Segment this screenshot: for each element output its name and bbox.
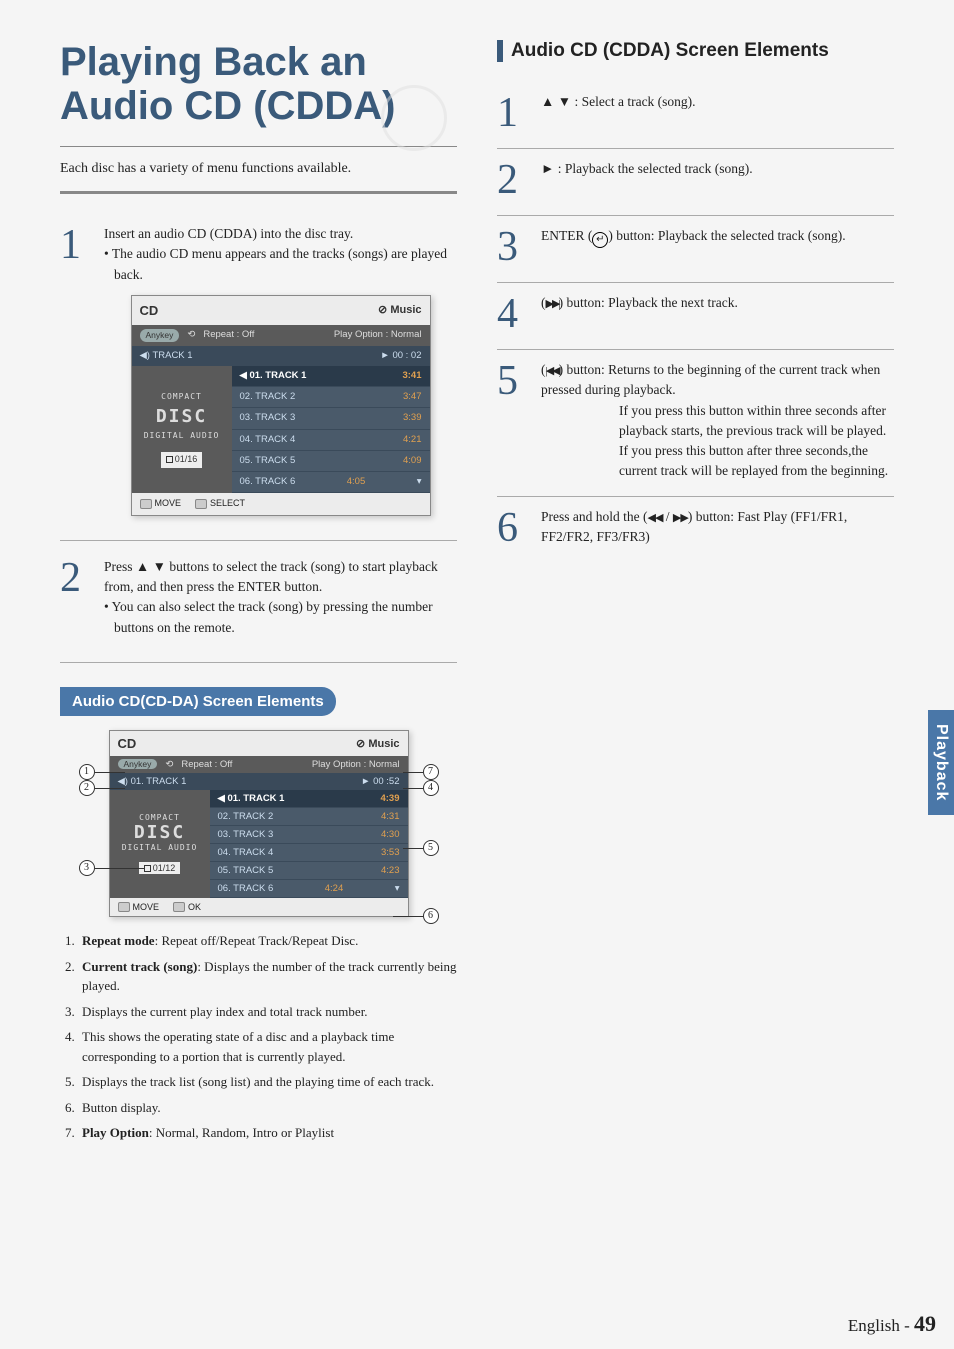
right-step-3: 3 ENTER () button: Playback the selected…: [497, 216, 894, 283]
current-track-label: ◀) TRACK 1: [140, 349, 193, 363]
repeat-icon: ⟲: [187, 328, 195, 342]
track-row: 06. TRACK 64:24 ▾: [210, 880, 408, 898]
step-number: 6: [497, 507, 527, 549]
track-row: 02. TRACK 24:31: [210, 808, 408, 826]
callout-6: 6: [423, 908, 439, 924]
intro-text: Each disc has a variety of menu function…: [60, 161, 457, 177]
track-row: 02. TRACK 23:47: [232, 387, 430, 408]
panel-title: CD: [140, 301, 159, 321]
callout-7: 7: [423, 764, 439, 780]
panel-mode: ⊘ Music: [378, 302, 421, 319]
step-number: 4: [497, 293, 527, 335]
anykey-pill: Anykey: [118, 759, 158, 769]
track-list: ◀ 01. TRACK 13:41 02. TRACK 23:47 03. TR…: [232, 366, 430, 494]
divider: [60, 191, 457, 194]
right-step-1: 1 ▲ ▼ : Select a track (song).: [497, 82, 894, 149]
panel-title: CD: [118, 736, 137, 751]
step-text: () button: Playback the next track.: [541, 293, 894, 335]
track-row: 06. TRACK 64:05 ▾: [232, 472, 430, 493]
footer-move: MOVE: [118, 902, 160, 913]
track-counter: 01/16: [161, 452, 203, 468]
track-row: ◀ 01. TRACK 13:41: [232, 366, 430, 387]
legend-item: This shows the operating state of a disc…: [78, 1027, 457, 1066]
step-2: 2 Press ▲ ▼ buttons to select the track …: [60, 547, 457, 663]
prev-track-icon: [546, 362, 559, 377]
legend-item: Play Option: Normal, Random, Intro or Pl…: [78, 1123, 457, 1143]
step-number: 5: [497, 360, 527, 482]
step-number: 3: [497, 226, 527, 268]
step-1: 1 Insert an audio CD (CDDA) into the dis…: [60, 214, 457, 541]
track-row: 04. TRACK 44:21: [232, 430, 430, 451]
disc-logo: COMPACT DISC DIGITAL AUDIO: [144, 391, 220, 442]
step-subtext: • The audio CD menu appears and the trac…: [104, 244, 457, 285]
repeat-label: Repeat : Off: [203, 328, 254, 342]
track-row: ◀ 01. TRACK 14:39: [210, 790, 408, 808]
legend-item: Displays the current play index and tota…: [78, 1002, 457, 1022]
callout-3: 3: [79, 860, 95, 876]
section-heading: Audio CD(CD-DA) Screen Elements: [60, 687, 336, 716]
playopt-label: Play Option : Normal: [334, 328, 422, 342]
annotated-screenshot: CD ⊘ Music Anykey ⟲ Repeat : Off Play Op…: [79, 730, 439, 918]
disc-logo: COMPACT DISC DIGITAL AUDIO: [122, 813, 198, 852]
callout-4: 4: [423, 780, 439, 796]
legend-item: Button display.: [78, 1098, 457, 1118]
step-text: ▲ ▼ : Select a track (song).: [541, 92, 894, 134]
right-section-heading: Audio CD (CDDA) Screen Elements: [497, 40, 894, 62]
panel-mode: ⊘ Music: [356, 737, 399, 750]
track-row: 05. TRACK 54:23: [210, 862, 408, 880]
track-counter: 01/12: [139, 862, 181, 874]
footer-move: MOVE: [140, 497, 182, 511]
track-row: 05. TRACK 54:09: [232, 451, 430, 472]
track-row: 03. TRACK 34:30: [210, 826, 408, 844]
enter-icon: [592, 232, 608, 248]
legend-item: Repeat mode: Repeat off/Repeat Track/Rep…: [78, 931, 457, 951]
step-text: Press ▲ ▼ buttons to select the track (s…: [104, 557, 457, 598]
step-text: Insert an audio CD (CDDA) into the disc …: [104, 224, 457, 244]
fastforward-icon: [673, 509, 688, 524]
step-continuation: If you press this button within three se…: [541, 401, 894, 482]
step-subtext: • You can also select the track (song) b…: [104, 597, 457, 638]
callout-5: 5: [423, 840, 439, 856]
step-text: Press and hold the ( / ) button: Fast Pl…: [541, 507, 894, 549]
step-text: ENTER () button: Playback the selected t…: [541, 226, 894, 268]
track-list: ◀ 01. TRACK 14:39 02. TRACK 24:31 03. TR…: [210, 790, 408, 898]
step-number: 2: [497, 159, 527, 201]
step-number: 1: [60, 224, 90, 516]
playopt-label: Play Option : Normal: [312, 759, 400, 770]
repeat-label: Repeat : Off: [181, 759, 232, 770]
step-number: 2: [60, 557, 90, 638]
step-text: () button: Returns to the beginning of t…: [541, 360, 894, 482]
legend-item: Displays the track list (song list) and …: [78, 1072, 457, 1092]
page-footer: English - 49: [848, 1311, 936, 1337]
right-step-2: 2 ► : Playback the selected track (song)…: [497, 149, 894, 216]
callout-1: 1: [79, 764, 95, 780]
page-title: Playing Back an Audio CD (CDDA): [60, 40, 457, 147]
callout-legend: Repeat mode: Repeat off/Repeat Track/Rep…: [60, 931, 457, 1143]
step-text: ► : Playback the selected track (song).: [541, 159, 894, 201]
current-track-label: ◀) 01. TRACK 1: [118, 776, 187, 787]
repeat-icon: ⟲: [165, 759, 173, 770]
step-number: 1: [497, 92, 527, 134]
track-row: 03. TRACK 33:39: [232, 408, 430, 429]
rewind-icon: [647, 509, 662, 524]
right-step-6: 6 Press and hold the ( / ) button: Fast …: [497, 497, 894, 563]
heading-bar-icon: [497, 40, 503, 62]
right-step-5: 5 () button: Returns to the beginning of…: [497, 350, 894, 497]
next-track-icon: [546, 295, 559, 310]
footer-select: SELECT: [195, 497, 245, 511]
cd-player-screenshot-1: CD ⊘ Music Anykey ⟲ Repeat : Off Play Op…: [131, 295, 431, 516]
elapsed-time: ► 00 :52: [361, 776, 399, 787]
elapsed-time: ► 00 : 02: [380, 349, 421, 363]
anykey-pill: Anykey: [140, 329, 180, 342]
footer-ok: OK: [173, 902, 201, 913]
legend-item: Current track (song): Displays the numbe…: [78, 957, 457, 996]
side-tab: Playback: [928, 710, 954, 815]
callout-2: 2: [79, 780, 95, 796]
track-row: 04. TRACK 43:53: [210, 844, 408, 862]
right-step-4: 4 () button: Playback the next track.: [497, 283, 894, 350]
